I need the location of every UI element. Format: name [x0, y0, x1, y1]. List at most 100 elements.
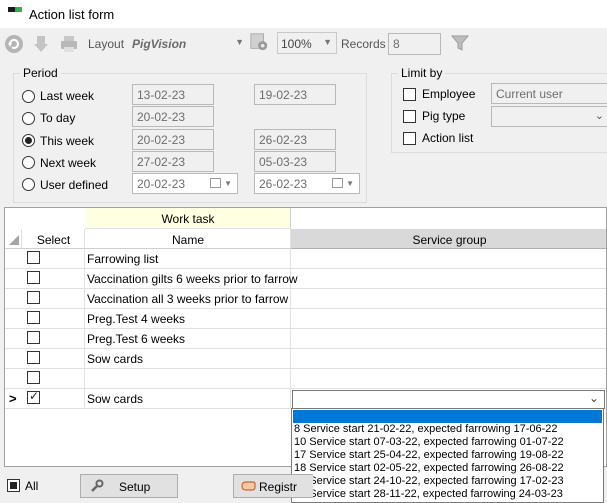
row-name: Sow cards: [87, 392, 144, 406]
all-checkbox[interactable]: [7, 479, 20, 492]
service-group-select[interactable]: ⌄: [292, 390, 605, 409]
window-title: Action list form: [29, 7, 115, 22]
register-label: Registr: [259, 480, 298, 494]
all-label: All: [25, 479, 39, 493]
last-week-from: 13-02-23: [132, 84, 214, 105]
row-select-checkbox[interactable]: [27, 389, 40, 404]
layout-value: PigVision: [132, 37, 187, 51]
row-select-checkbox[interactable]: [27, 291, 40, 304]
records-field: 8: [388, 33, 441, 55]
action-list-checkbox[interactable]: [403, 132, 416, 145]
today-radio[interactable]: [22, 112, 35, 125]
toolbar: Layout PigVision ▼ 100% ▼ Records 8: [0, 28, 607, 60]
this-week-from: 20-02-23: [132, 129, 214, 150]
records-label: Records: [341, 37, 386, 51]
filter-icon[interactable]: [450, 33, 470, 53]
dropdown-item[interactable]: 17 Service start 25-04-22, expected farr…: [294, 449, 564, 461]
this-week-radio[interactable]: [22, 134, 35, 147]
current-row-marker: >: [9, 391, 17, 406]
table-row-current[interactable]: > Sow cards ⌄: [5, 389, 606, 409]
today-label: To day: [40, 111, 76, 125]
row-name: Vaccination gilts 6 weeks prior to farro…: [87, 272, 298, 286]
pig-type-checkbox[interactable]: [403, 110, 416, 123]
chevron-down-icon[interactable]: ▼: [346, 179, 354, 188]
period-caption: Period: [20, 66, 61, 80]
user-defined-from[interactable]: 20-02-23 ▼: [132, 173, 238, 194]
print-icon[interactable]: [59, 34, 79, 54]
last-week-label: Last week: [40, 89, 95, 103]
layout-settings-icon[interactable]: [249, 32, 269, 52]
user-defined-label: User defined: [40, 178, 109, 192]
refresh-icon[interactable]: [4, 34, 24, 54]
table-row[interactable]: Vaccination gilts 6 weeks prior to farro…: [5, 269, 606, 289]
dropdown-item[interactable]: 10 Service start 07-03-22, expected farr…: [294, 436, 564, 448]
service-header-label: Service group: [412, 233, 487, 247]
sort-triangle-icon: [9, 235, 19, 245]
download-icon[interactable]: [31, 34, 51, 54]
hand-icon: [241, 481, 256, 491]
row-select-checkbox[interactable]: [27, 351, 40, 364]
user-defined-to[interactable]: 26-02-23 ▼: [254, 173, 360, 194]
name-column-header[interactable]: Name: [85, 229, 291, 249]
chevron-down-icon: ⌄: [594, 110, 604, 122]
next-week-from: 27-02-23: [132, 151, 214, 172]
row-select-checkbox[interactable]: [27, 311, 40, 324]
wrench-icon: [91, 479, 104, 492]
last-week-radio[interactable]: [22, 90, 35, 103]
table-row[interactable]: Sow cards: [5, 349, 606, 369]
chevron-down-icon[interactable]: ⌄: [589, 391, 599, 405]
setup-label: Setup: [119, 480, 151, 494]
work-task-label: Work task: [161, 212, 215, 226]
table-row[interactable]: Preg.Test 6 weeks: [5, 329, 606, 349]
next-week-label: Next week: [40, 156, 97, 170]
row-name: Preg.Test 6 weeks: [87, 332, 186, 346]
table-row[interactable]: Vaccination all 3 weeks prior to farrow: [5, 289, 606, 309]
calendar-icon[interactable]: [210, 178, 221, 188]
next-week-radio[interactable]: [22, 156, 35, 169]
table-row[interactable]: Farrowing list: [5, 249, 606, 269]
employee-field: Current user: [491, 83, 607, 104]
row-name: Vaccination all 3 weeks prior to farrow: [87, 292, 289, 306]
row-name: Sow cards: [87, 352, 144, 366]
this-week-to: 26-02-23: [254, 129, 336, 150]
chevron-down-icon[interactable]: ▼: [224, 179, 232, 188]
row-name: Farrowing list: [87, 252, 159, 266]
user-defined-radio[interactable]: [22, 178, 35, 191]
chevron-down-icon: ▼: [235, 37, 244, 47]
layout-select[interactable]: PigVision ▼: [128, 33, 246, 55]
action-list-label: Action list: [422, 131, 474, 145]
table-row[interactable]: Preg.Test 4 weeks: [5, 309, 606, 329]
work-task-header: Work task: [85, 208, 291, 229]
employee-checkbox[interactable]: [403, 88, 416, 101]
calendar-icon[interactable]: [332, 178, 343, 188]
register-button[interactable]: Registr: [233, 474, 313, 498]
last-week-to: 19-02-23: [254, 84, 336, 105]
service-group-column-header[interactable]: Service group: [291, 229, 606, 249]
app-icon: [8, 7, 22, 12]
row-header-corner: [5, 229, 22, 249]
chevron-down-icon: ▼: [323, 37, 332, 47]
employee-label: Employee: [422, 87, 476, 101]
row-select-checkbox[interactable]: [27, 331, 40, 344]
dropdown-item[interactable]: 8 Service start 21-02-22, expected farro…: [294, 423, 558, 435]
row-select-checkbox[interactable]: [27, 251, 40, 264]
select-column-header[interactable]: Select: [22, 229, 85, 249]
limit-caption: Limit by: [398, 66, 446, 80]
user-defined-from-value: 20-02-23: [137, 177, 186, 191]
row-select-checkbox[interactable]: [27, 371, 40, 384]
zoom-select[interactable]: 100% ▼: [277, 32, 337, 54]
row-select-checkbox[interactable]: [27, 271, 40, 284]
name-header-label: Name: [171, 233, 204, 247]
title-bar: Action list form: [0, 0, 607, 28]
next-week-to: 05-03-23: [254, 151, 336, 172]
setup-button[interactable]: Setup: [80, 474, 178, 498]
row-name: Preg.Test 4 weeks: [87, 312, 186, 326]
dropdown-selected-item[interactable]: [293, 410, 602, 423]
zoom-value: 100%: [281, 37, 312, 51]
bottom-bar: All Setup Registr: [0, 470, 607, 503]
today-from: 20-02-23: [132, 106, 214, 127]
select-header-label: Select: [36, 233, 71, 247]
pig-type-select[interactable]: ⌄: [491, 106, 607, 127]
table-row[interactable]: [5, 369, 606, 389]
layout-label: Layout: [88, 37, 125, 51]
